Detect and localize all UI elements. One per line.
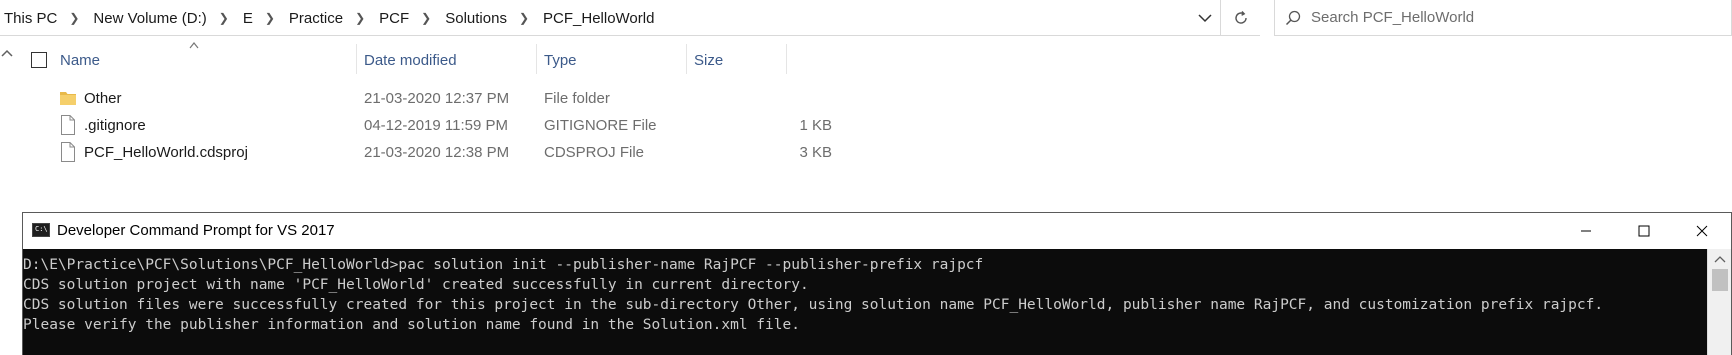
minimize-button[interactable] xyxy=(1557,213,1615,249)
column-divider[interactable] xyxy=(356,44,357,74)
window-title: Developer Command Prompt for VS 2017 xyxy=(57,222,335,239)
select-all-checkbox[interactable] xyxy=(31,52,47,68)
refresh-button[interactable] xyxy=(1220,0,1260,36)
column-header-date-label: Date modified xyxy=(364,51,457,69)
column-header-type[interactable]: Type xyxy=(544,40,684,80)
command-prompt-icon-label: C:\ xyxy=(35,225,48,233)
file-type: CDSPROJ File xyxy=(544,144,645,161)
close-button[interactable] xyxy=(1673,213,1731,249)
breadcrumb-item-practice[interactable]: Practice xyxy=(285,10,347,27)
chevron-right-icon[interactable]: ❯ xyxy=(61,11,89,25)
file-date: 21-03-2020 12:38 PM xyxy=(364,144,510,161)
file-row[interactable]: Other 21-03-2020 12:37 PM File folder xyxy=(54,85,784,112)
column-divider[interactable] xyxy=(786,44,787,74)
chevron-right-icon[interactable]: ❯ xyxy=(211,11,239,25)
scrollbar-thumb[interactable] xyxy=(1712,269,1728,291)
maximize-button[interactable] xyxy=(1615,213,1673,249)
chevron-right-icon[interactable]: ❯ xyxy=(347,11,375,25)
chevron-right-icon[interactable]: ❯ xyxy=(511,11,539,25)
breadcrumb-item-solutions[interactable]: Solutions xyxy=(441,10,511,27)
console-window[interactable]: C:\ Developer Command Prompt for VS 2017… xyxy=(22,212,1732,355)
file-name: Other xyxy=(84,90,122,107)
column-header-name[interactable]: Name xyxy=(60,40,356,80)
file-date: 04-12-2019 11:59 PM xyxy=(364,117,508,134)
chevron-right-icon[interactable]: ❯ xyxy=(257,11,285,25)
breadcrumb-item-pcf-helloworld[interactable]: PCF_HelloWorld xyxy=(539,10,658,27)
file-row[interactable]: PCF_HelloWorld.cdsproj 21-03-2020 12:38 … xyxy=(54,139,832,166)
breadcrumb: This PC ❯ New Volume (D:) ❯ E ❯ Practice… xyxy=(0,0,658,36)
maximize-icon xyxy=(1638,225,1650,237)
breadcrumb-item-new-volume[interactable]: New Volume (D:) xyxy=(89,10,210,27)
folder-icon xyxy=(60,92,76,105)
console-scrollbar[interactable] xyxy=(1707,249,1731,355)
scroll-up-icon[interactable] xyxy=(1714,255,1726,263)
column-divider[interactable] xyxy=(686,44,687,74)
breadcrumb-item-this-pc[interactable]: This PC xyxy=(0,10,61,27)
file-row[interactable]: .gitignore 04-12-2019 11:59 PM GITIGNORE… xyxy=(54,112,832,139)
column-header-date-modified[interactable]: Date modified xyxy=(364,40,534,80)
scroll-up-icon[interactable] xyxy=(0,46,14,60)
chevron-right-icon[interactable]: ❯ xyxy=(413,11,441,25)
column-header-size-label: Size xyxy=(694,51,724,69)
file-type: GITIGNORE File xyxy=(544,117,657,134)
search-icon xyxy=(1275,0,1311,36)
address-history-button[interactable] xyxy=(1190,0,1220,36)
refresh-icon xyxy=(1234,11,1247,24)
file-date: 21-03-2020 12:37 PM xyxy=(364,90,510,107)
file-size xyxy=(744,85,838,112)
column-divider[interactable] xyxy=(536,44,537,74)
file-type: File folder xyxy=(544,90,610,107)
console-line: CDS solution project with name 'PCF_Hell… xyxy=(23,277,809,293)
column-header-size[interactable]: Size xyxy=(694,40,784,80)
command-prompt-icon[interactable]: C:\ xyxy=(32,223,50,237)
file-icon xyxy=(61,142,75,162)
breadcrumb-item-e[interactable]: E xyxy=(239,10,257,27)
file-size: 3 KB xyxy=(799,144,832,161)
console-titlebar[interactable]: C:\ Developer Command Prompt for VS 2017 xyxy=(23,213,1731,249)
console-line: CDS solution files were successfully cre… xyxy=(23,297,1604,313)
console-output[interactable]: D:\E\Practice\PCF\Solutions\PCF_HelloWor… xyxy=(23,249,1707,355)
search-input[interactable] xyxy=(1311,9,1691,26)
file-size: 1 KB xyxy=(799,117,832,134)
chevron-down-icon xyxy=(1198,14,1212,23)
file-name: .gitignore xyxy=(84,117,146,134)
column-header-type-label: Type xyxy=(544,51,577,69)
breadcrumb-item-pcf[interactable]: PCF xyxy=(375,10,413,27)
file-name: PCF_HelloWorld.cdsproj xyxy=(84,144,248,161)
minimize-icon xyxy=(1581,230,1591,232)
console-line: Please verify the publisher information … xyxy=(23,317,800,333)
file-icon xyxy=(61,115,75,135)
console-line: D:\E\Practice\PCF\Solutions\PCF_HelloWor… xyxy=(23,257,984,273)
search-box[interactable] xyxy=(1274,0,1732,36)
close-icon xyxy=(1696,225,1708,237)
column-header-name-label: Name xyxy=(60,51,101,69)
address-bar[interactable]: This PC ❯ New Volume (D:) ❯ E ❯ Practice… xyxy=(0,0,1260,36)
